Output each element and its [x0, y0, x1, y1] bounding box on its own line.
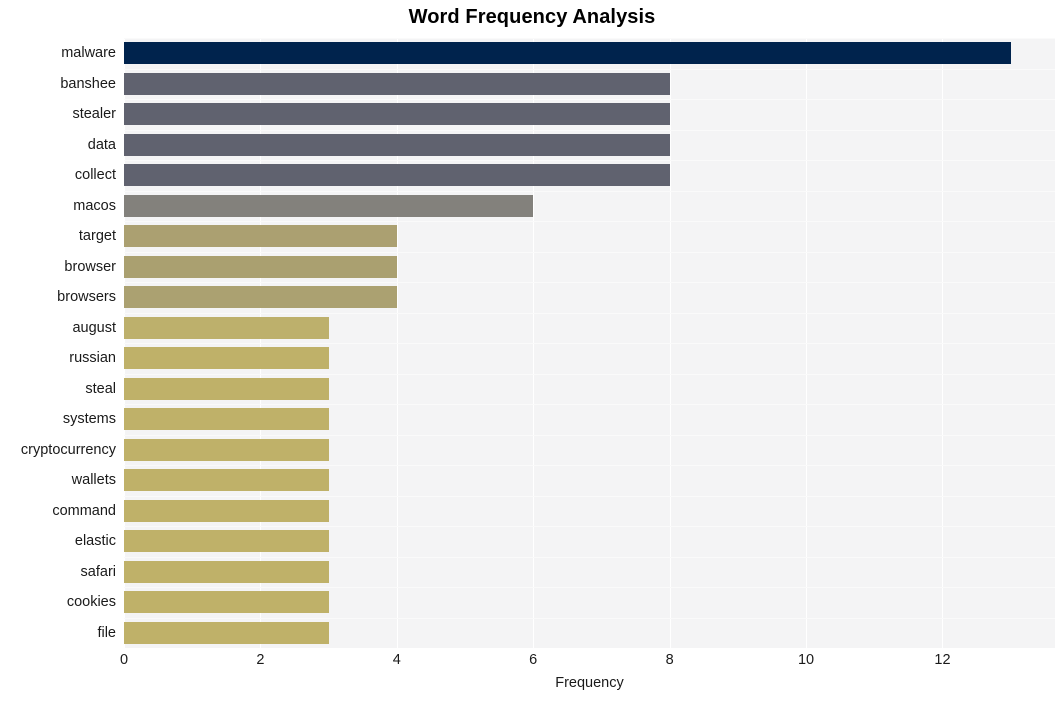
y-tick-label: collect [74, 167, 116, 184]
x-axis-tick-labels: 0 2 4 6 8 10 12 [0, 652, 1064, 674]
x-tick-label: 10 [797, 652, 815, 668]
chart-title: Word Frequency Analysis [408, 6, 656, 28]
x-tick-label: 8 [665, 652, 674, 668]
y-tick-label: august [72, 319, 116, 336]
x-tick-label: 2 [256, 652, 265, 668]
y-tick-label: russian [69, 350, 116, 367]
x-tick-label: 12 [934, 652, 951, 668]
chart-figure: Word Frequency Analysis malware banshee st… [0, 0, 1064, 701]
y-tick-label: target [78, 228, 116, 245]
y-tick-label: safari [80, 563, 116, 580]
y-tick-label: steal [85, 380, 116, 397]
x-tick-label: 6 [529, 652, 538, 668]
y-tick-label: banshee [60, 75, 116, 92]
y-tick-label: cryptocurrency [20, 441, 116, 458]
y-tick-label: systems [62, 411, 116, 428]
y-tick-label: file [97, 624, 116, 641]
y-tick-label: malware [61, 45, 116, 62]
y-tick-label: macos [73, 197, 116, 214]
y-tick-label: browsers [57, 289, 116, 306]
x-tick-label: 4 [392, 652, 401, 668]
y-tick-label: data [87, 136, 116, 153]
y-tick-label: browser [64, 258, 116, 275]
y-axis-tick-labels: malware banshee stealer data collect macos tar… [0, 38, 1064, 648]
x-tick-label: 0 [119, 652, 129, 668]
y-tick-label: command [52, 502, 116, 519]
y-tick-label: cookies [66, 594, 116, 611]
y-tick-label: stealer [72, 106, 116, 123]
x-axis-title: Frequency [555, 675, 624, 691]
y-tick-label: wallets [71, 472, 116, 489]
y-tick-label: elastic [74, 533, 116, 550]
